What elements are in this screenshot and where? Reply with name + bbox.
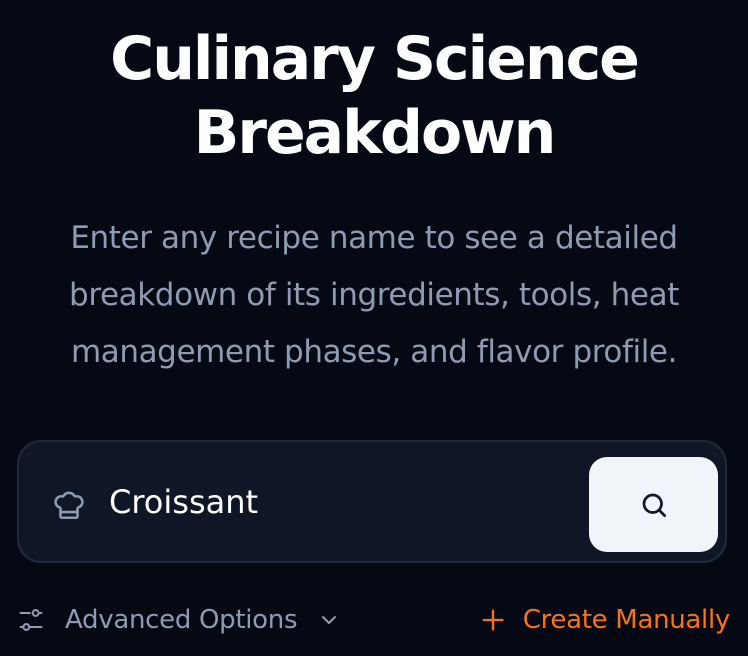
page-title-line-1: Culinary Science [110, 24, 640, 94]
advanced-options-toggle[interactable]: Advanced Options [17, 598, 341, 642]
create-manually-button[interactable]: Create Manually [479, 598, 730, 642]
advanced-options-label: Advanced Options [65, 605, 298, 635]
page-subtitle: Enter any recipe name to see a detailed … [69, 220, 679, 370]
search-icon [642, 493, 666, 517]
chef-hat-icon [54, 491, 84, 520]
recipe-search-input[interactable] [109, 477, 579, 527]
plus-icon [482, 609, 504, 631]
sliders-icon [19, 609, 43, 631]
search-button[interactable] [589, 457, 718, 552]
chevron-down-icon [322, 616, 337, 624]
page-title-line-2: Breakdown [193, 98, 557, 168]
create-manually-label: Create Manually [522, 605, 731, 635]
page-title: Culinary Science Breakdown [0, 22, 748, 170]
recipe-search-box [17, 440, 727, 563]
